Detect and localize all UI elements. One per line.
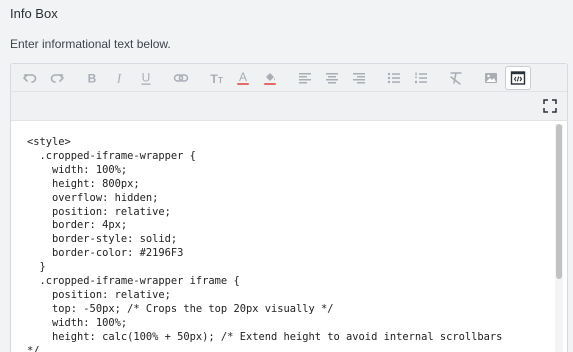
scrollbar-thumb[interactable] [556,124,562,279]
fullscreen-icon [543,99,557,113]
font-color-icon: A [237,70,249,85]
editor-toolbar: B I U TT A [11,64,567,92]
fullscreen-button[interactable] [541,97,559,115]
undo-icon [23,73,37,83]
align-center-button[interactable] [319,66,345,90]
svg-text:A: A [239,70,247,84]
link-icon [173,73,189,82]
rich-text-editor: B I U TT A <style> .cropped-iframe-wrapp… [10,63,568,352]
editor-secondary-toolbar [11,92,567,121]
align-right-icon [353,72,365,83]
highlight-color-icon [264,72,276,85]
svg-text:I: I [116,70,122,85]
underline-icon: U [141,70,151,85]
redo-button[interactable] [44,66,70,90]
svg-text:U: U [142,70,151,84]
image-icon [485,72,497,83]
numbered-list-button[interactable] [408,66,434,90]
redo-icon [50,73,64,83]
align-left-icon [299,72,311,83]
link-button[interactable] [168,66,194,90]
clear-formatting-button[interactable] [443,66,469,90]
field-title: Info Box [10,6,58,21]
source-code-area[interactable]: <style> .cropped-iframe-wrapper { width:… [11,121,567,352]
font-size-button[interactable]: TT [203,66,229,90]
undo-button[interactable] [17,66,43,90]
numbered-list-icon [415,72,427,83]
align-left-button[interactable] [292,66,318,90]
bulleted-list-button[interactable] [381,66,407,90]
bold-icon: B [88,71,97,85]
font-color-button[interactable]: A [230,66,256,90]
source-code-text[interactable]: <style> .cropped-iframe-wrapper { width:… [27,136,502,352]
italic-icon: I [116,70,122,85]
svg-text:B: B [88,71,97,85]
bulleted-list-icon [387,72,400,83]
helper-text: Enter informational text below. [10,37,171,51]
clear-formatting-icon [450,71,462,85]
image-button[interactable] [478,66,504,90]
font-size-icon: TT [210,72,223,86]
bold-button[interactable]: B [79,66,105,90]
align-right-button[interactable] [346,66,372,90]
highlight-color-button[interactable] [257,66,283,90]
source-code-icon [510,70,526,85]
vertical-scrollbar[interactable] [555,124,563,352]
align-center-icon [326,72,338,83]
underline-button[interactable]: U [133,66,159,90]
italic-button[interactable]: I [106,66,132,90]
source-code-button[interactable] [505,65,531,90]
svg-text:T: T [218,76,223,85]
info-box-field: Info Box Enter informational text below.… [0,0,573,352]
